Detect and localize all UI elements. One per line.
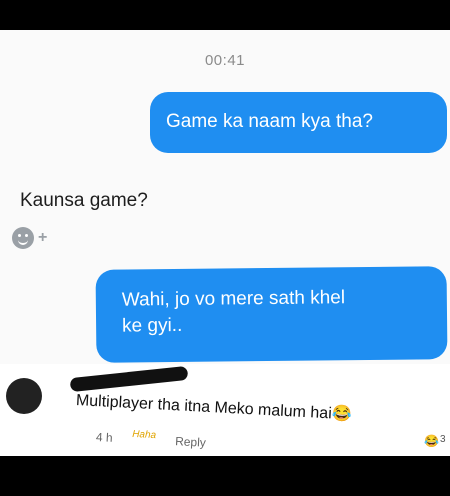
avatar[interactable] (6, 378, 42, 414)
bottom-black-bar (0, 456, 450, 496)
comment-time: 4 h (95, 430, 114, 445)
message-line: ke gyi.. (122, 314, 183, 337)
smiley-icon[interactable] (12, 227, 34, 249)
redacted-name (69, 365, 189, 393)
reaction-emoji-icon: 😂 (424, 434, 439, 448)
reply-link[interactable]: Reply (175, 434, 206, 450)
add-reaction-icon[interactable]: + (38, 229, 47, 247)
chat-timestamp: 00:41 (204, 52, 246, 69)
message-line: Wahi, jo vo mere sath khel (121, 287, 346, 311)
comment-overlay: Multiplayer tha itna Meko malum hai😂 4 h… (0, 364, 450, 456)
laughing-emoji-icon: 😂 (331, 405, 353, 424)
reaction-row[interactable]: + (12, 227, 47, 249)
chat-screen: 00:41 Game ka naam kya tha? Kaunsa game?… (0, 30, 450, 456)
comment-text: Multiplayer tha itna Meko malum hai😂 (75, 390, 436, 429)
outgoing-message-bubble[interactable]: Wahi, jo vo mere sath khel ke gyi.. (95, 266, 448, 363)
comment-meta: 4 h Haha Reply (95, 429, 223, 451)
incoming-message[interactable]: Kaunsa game? (20, 190, 148, 212)
reaction-count: 3 (440, 434, 446, 445)
haha-reaction-label[interactable]: Haha (132, 429, 156, 441)
comment-body: Multiplayer tha itna Meko malum hai (75, 392, 333, 423)
top-black-bar (0, 0, 450, 30)
outgoing-message-bubble[interactable]: Game ka naam kya tha? (150, 92, 447, 153)
